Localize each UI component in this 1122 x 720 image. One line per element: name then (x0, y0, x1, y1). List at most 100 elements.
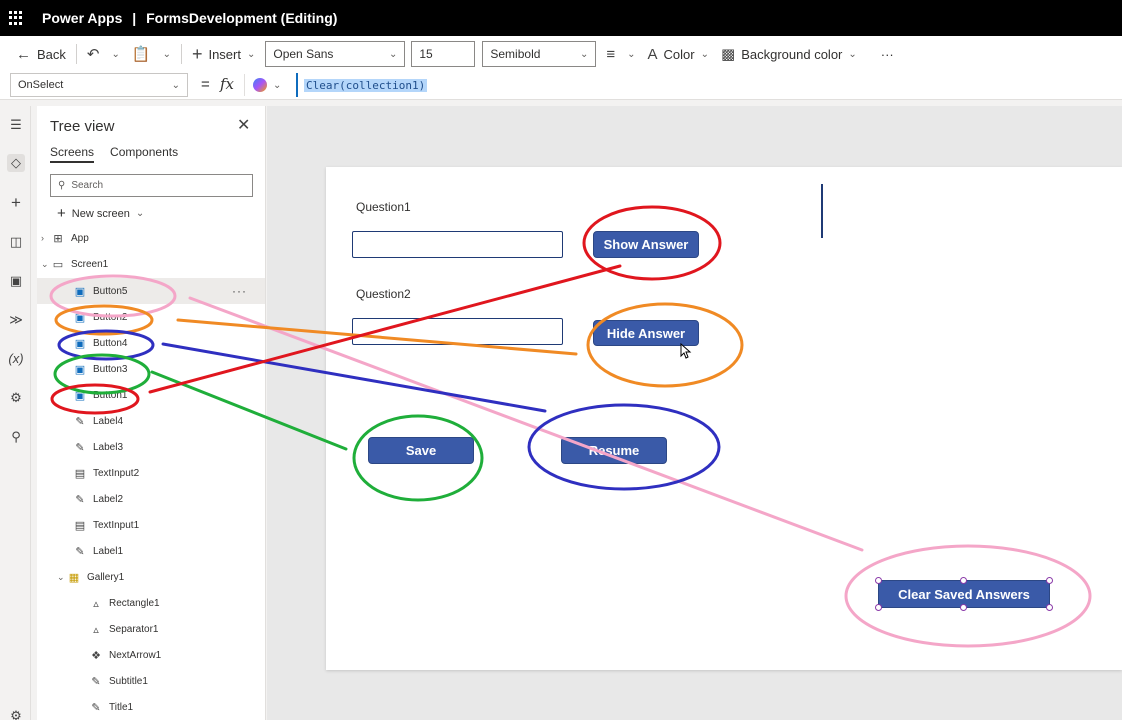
search-icon[interactable]: ⚲ (7, 428, 25, 446)
tree-item-nextarrow1[interactable]: ❖ NextArrow1 (37, 642, 265, 668)
chevron-right-icon[interactable]: › (41, 233, 51, 243)
label-icon: ✎ (75, 493, 85, 506)
button-icon: ▣ (74, 389, 86, 402)
resize-handle[interactable] (960, 604, 967, 611)
font-size-input[interactable]: 15 (411, 41, 476, 67)
copilot-button[interactable]: ⌄ (244, 74, 294, 96)
tree-item-label1[interactable]: ✎ Label1 (37, 538, 265, 564)
tree-item-label: Separator1 (109, 623, 159, 635)
tree-item-rectangle1[interactable]: ▵ Rectangle1 (37, 590, 265, 616)
text-input-icon: ▤ (74, 519, 86, 532)
variables-icon[interactable]: (x) (7, 350, 25, 368)
tree-item-screen1[interactable]: ⌄ ▭ Screen1 (37, 251, 265, 277)
settings-gear-icon[interactable]: ⚙ (7, 707, 25, 720)
tree-item-button1[interactable]: ▣ Button1 (37, 382, 265, 408)
media-icon[interactable]: ▣ (7, 272, 25, 290)
advanced-tools-icon[interactable]: ⚙ (7, 389, 25, 407)
data-cylinder-icon[interactable]: ◫ (7, 233, 25, 251)
insert-plus-icon[interactable]: + (7, 194, 25, 212)
chevron-down-icon[interactable]: ⌄ (111, 49, 119, 60)
font-weight-value: Semibold (490, 47, 541, 61)
chevron-down-icon[interactable]: ⌄ (41, 259, 51, 270)
resize-handle[interactable] (960, 577, 967, 584)
tree-tabs: Screens Components (50, 145, 178, 163)
show-answer-button[interactable]: Show Answer (593, 231, 699, 258)
fx-icon[interactable]: fx (220, 75, 234, 93)
shape-icon: ▵ (93, 623, 99, 636)
tree-item-app[interactable]: › ⊞ App (37, 225, 265, 251)
text-input-1[interactable] (352, 231, 563, 258)
font-family-dropdown[interactable]: Open Sans ⌄ (265, 41, 406, 67)
label-icon: ✎ (75, 441, 85, 454)
back-arrow-icon: ← (16, 45, 31, 63)
resume-button[interactable]: Resume (561, 437, 667, 464)
tree-view-title: Tree view (50, 118, 115, 135)
tab-screens[interactable]: Screens (50, 145, 95, 163)
tree-item-label: Button4 (93, 337, 128, 349)
tree-item-button4[interactable]: ▣ Button4 (37, 330, 265, 356)
button-icon: ▣ (74, 285, 86, 298)
back-label: Back (37, 46, 66, 62)
label-icon: ✎ (91, 675, 101, 688)
save-button[interactable]: Save (368, 437, 474, 464)
formula-input[interactable]: Clear(collection1) (296, 73, 1122, 97)
button-icon: ▣ (74, 311, 86, 324)
text-input-2[interactable] (352, 318, 563, 345)
more-options-button[interactable]: ··· (875, 40, 900, 68)
resize-handle[interactable] (1046, 577, 1053, 584)
chevron-down-icon: ⌄ (388, 48, 398, 60)
tree-item-title1[interactable]: ✎ Title1 (37, 694, 265, 720)
tree-item-button2[interactable]: ▣ Button2 (37, 304, 265, 330)
question1-label: Question1 (356, 200, 411, 214)
font-weight-dropdown[interactable]: Semibold ⌄ (482, 41, 597, 67)
tree-item-label: Rectangle1 (109, 597, 160, 609)
tree-item-button3[interactable]: ▣ Button3 (37, 356, 265, 382)
more-options-icon[interactable]: ··· (232, 284, 247, 298)
chevron-down-icon: ⌄ (700, 48, 710, 60)
app-title: Power Apps | FormsDevelopment (Editing) (42, 10, 337, 26)
tree-item-separator1[interactable]: ▵ Separator1 (37, 616, 265, 642)
tree-view-layers-icon[interactable]: ◇ (7, 154, 25, 172)
chevron-down-icon[interactable]: ⌄ (163, 49, 171, 60)
back-button[interactable]: ← Back (10, 40, 72, 68)
tab-components[interactable]: Components (110, 145, 178, 163)
tree-item-label2[interactable]: ✎ Label2 (37, 486, 265, 512)
chevron-down-icon: ⌄ (135, 208, 145, 219)
tree-item-textinput2[interactable]: ▤ TextInput2 (37, 460, 265, 486)
icon-icon: ❖ (91, 649, 101, 662)
undo-button[interactable]: ↶ ⌄ (81, 40, 126, 68)
insert-button[interactable]: + Insert ⌄ (186, 40, 261, 68)
app-launcher-icon[interactable] (9, 11, 23, 25)
tree-item-label: TextInput2 (93, 467, 140, 479)
tree-search-input[interactable]: ⚲ Search (50, 174, 253, 197)
tree-item-label: Title1 (109, 701, 134, 713)
tree-item-label: Button3 (93, 363, 128, 375)
plus-icon: + (191, 43, 203, 64)
app-icon: ⊞ (53, 232, 63, 245)
tree-item-label3[interactable]: ✎ Label3 (37, 434, 265, 460)
copilot-icon (253, 78, 267, 92)
tree-item-subtitle1[interactable]: ✎ Subtitle1 (37, 668, 265, 694)
color-button[interactable]: A Color ⌄ (642, 40, 715, 68)
tree-item-textinput1[interactable]: ▤ TextInput1 (37, 512, 265, 538)
background-color-button[interactable]: ▩ Background color ⌄ (715, 40, 863, 68)
tree-item-button5[interactable]: ▣ Button5 ··· (37, 278, 265, 304)
tree-view-panel: Tree view ✕ Screens Components ⚲ Search … (37, 106, 266, 720)
hamburger-menu-icon[interactable]: ☰ (7, 116, 25, 134)
chevron-down-icon[interactable]: ⌄ (57, 572, 67, 583)
font-size-value: 15 (419, 47, 433, 61)
property-dropdown[interactable]: OnSelect ⌄ (10, 73, 188, 97)
power-automate-icon[interactable]: ≫ (7, 311, 25, 329)
paste-button[interactable]: 📋 ⌄ (126, 40, 177, 68)
resize-handle[interactable] (875, 577, 882, 584)
tree-item-gallery1[interactable]: ⌄ ▦ Gallery1 (37, 564, 265, 590)
new-screen-button[interactable]: + New screen ⌄ (57, 205, 144, 222)
text-align-button[interactable]: ≡ ⌄ (600, 40, 641, 68)
app-name: Power Apps (42, 10, 123, 26)
close-icon[interactable]: ✕ (237, 115, 250, 135)
resize-handle[interactable] (875, 604, 882, 611)
tree-item-label: Gallery1 (87, 571, 125, 583)
tree-item-label4[interactable]: ✎ Label4 (37, 408, 265, 434)
resize-handle[interactable] (1046, 604, 1053, 611)
gallery-icon: ▦ (68, 571, 80, 584)
